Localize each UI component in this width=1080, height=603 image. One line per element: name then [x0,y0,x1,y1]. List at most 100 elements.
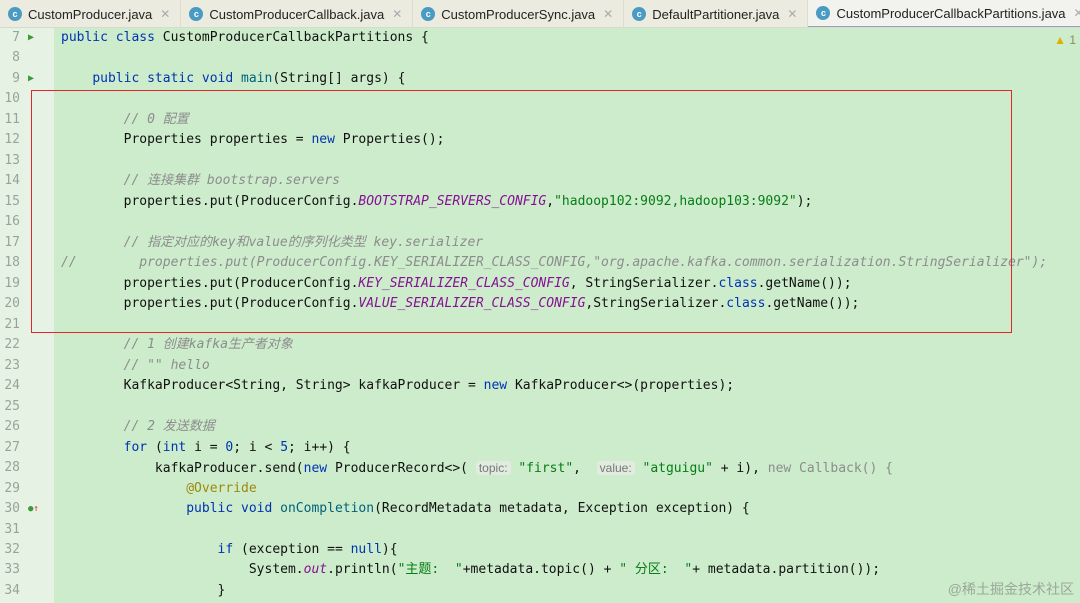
code-line: 33 System.out.println("主题: "+metadata.to… [0,560,1080,581]
watermark: @稀土掘金技术社区 [947,581,1074,597]
code-line: 30 ●↑ public void onCompletion(RecordMeta… [0,499,1080,520]
line-number: 26 [4,419,20,435]
override-icon[interactable]: ●↑ [28,499,39,520]
code-token: main [241,70,273,86]
line-number: 10 [4,91,20,107]
tab-label: DefaultPartitioner.java [652,6,780,22]
code-token: + i), [712,461,768,477]
line-number: 28 [4,460,20,476]
code-token: for [123,439,155,455]
code-token: i = [194,439,226,455]
code-token: } [61,582,226,598]
code-line: 9 ▶ public static void main(String[] args… [0,69,1080,90]
line-number: 15 [4,193,20,209]
code-line: 34 } [0,581,1080,602]
code-line: 26 // 2 发送数据 [0,417,1080,438]
line-number: 19 [4,275,20,291]
line-number: 31 [4,521,20,537]
java-class-icon: c [189,7,204,21]
tab-label: CustomProducerCallback.java [209,6,385,22]
code-token: public class [61,30,163,45]
run-icon[interactable]: ▶ [28,28,34,49]
run-icon[interactable]: ▶ [28,69,34,90]
code-token: KafkaProducer<>(properties); [514,378,735,394]
code-token: + metadata.partition()); [692,562,881,578]
code-line: 25 [0,397,1080,418]
code-line: 27 for (int i = 0; i < 5; i++) { [0,438,1080,459]
code-token: public void [186,501,281,517]
code-token: public static void [92,70,242,86]
code-token: new [303,461,335,477]
code-token: // 1 创建kafka生产者对象 [123,337,293,353]
line-number: 33 [4,562,20,578]
code-token: "first" [510,461,574,477]
tab-1[interactable]: c CustomProducerCallback.java ✕ [181,0,414,27]
close-icon[interactable]: ✕ [787,7,797,21]
code-token: // "" hello [123,357,210,373]
tab-label: CustomProducer.java [28,6,153,22]
java-class-icon: c [8,7,22,21]
code-token: System. [61,562,304,578]
code-token: int [162,439,195,455]
code-line: 8 [0,48,1080,69]
code-token: ProducerRecord<>( [334,461,476,477]
code-token: kafkaProducer.send( [61,461,304,477]
tab-4[interactable]: c CustomProducerCallbackPartitions.java ✕ [808,0,1080,27]
highlight-box [31,90,1012,333]
code-line: 22 // 1 创建kafka生产者对象 [0,335,1080,356]
code-token: new [483,378,515,394]
code-token: null [350,542,382,557]
code-token: ){ [381,542,398,557]
close-icon[interactable]: ✕ [603,7,613,21]
code-token: , [573,461,597,477]
close-icon[interactable]: ✕ [392,7,402,21]
line-number: 20 [4,296,20,312]
line-number: 9 [12,70,20,86]
line-number: 27 [4,439,20,455]
code-line: 7 ▶ public class CustomProducerCallbackPar… [0,28,1080,49]
line-number: 24 [4,378,20,394]
close-icon[interactable]: ✕ [1074,6,1080,20]
code-token: "atguigu" [634,461,713,477]
line-number: 12 [4,132,20,148]
code-token: .println( [327,562,398,578]
code-line: 23 // "" hello [0,356,1080,377]
line-number: 23 [4,357,20,373]
code-token: out [303,562,328,578]
tab-label: CustomProducerCallbackPartitions.java [836,5,1066,21]
code-token: KafkaProducer<String, String> kafkaProdu… [61,378,484,394]
line-number: 18 [4,255,20,271]
code-token: onCompletion [280,501,375,517]
code-line: 32 if (exception == null){ [0,540,1080,561]
line-number: 13 [4,152,20,168]
code-token: ( [154,439,163,455]
code-token: ; i++) { [288,439,351,455]
code-line: 31 [0,520,1080,541]
code-line: 24 KafkaProducer<String, String> kafkaPr… [0,376,1080,397]
code-line: 29 @Override [0,479,1080,500]
tab-0[interactable]: c CustomProducer.java ✕ [0,0,182,27]
tab-3[interactable]: c DefaultPartitioner.java ✕ [624,0,809,27]
line-number: 7 [12,30,20,45]
line-number: 17 [4,234,20,250]
line-number: 34 [4,582,20,598]
code-token: +metadata.topic() + [462,562,620,578]
code-token: (RecordMetadata metadata, Exception exce… [374,501,750,517]
code-token: new Callback() { [767,461,893,477]
warning-icon: ▲ [1054,33,1066,47]
warning-indicator[interactable]: ▲ 1 [1054,33,1076,47]
java-class-icon: c [421,7,436,21]
close-icon[interactable]: ✕ [160,7,170,21]
line-number: 32 [4,542,20,557]
code-token: "主题: " [397,562,463,578]
code-token: ; i < [233,439,281,455]
java-class-icon: c [816,6,831,20]
tab-2[interactable]: c CustomProducerSync.java ✕ [413,0,625,27]
